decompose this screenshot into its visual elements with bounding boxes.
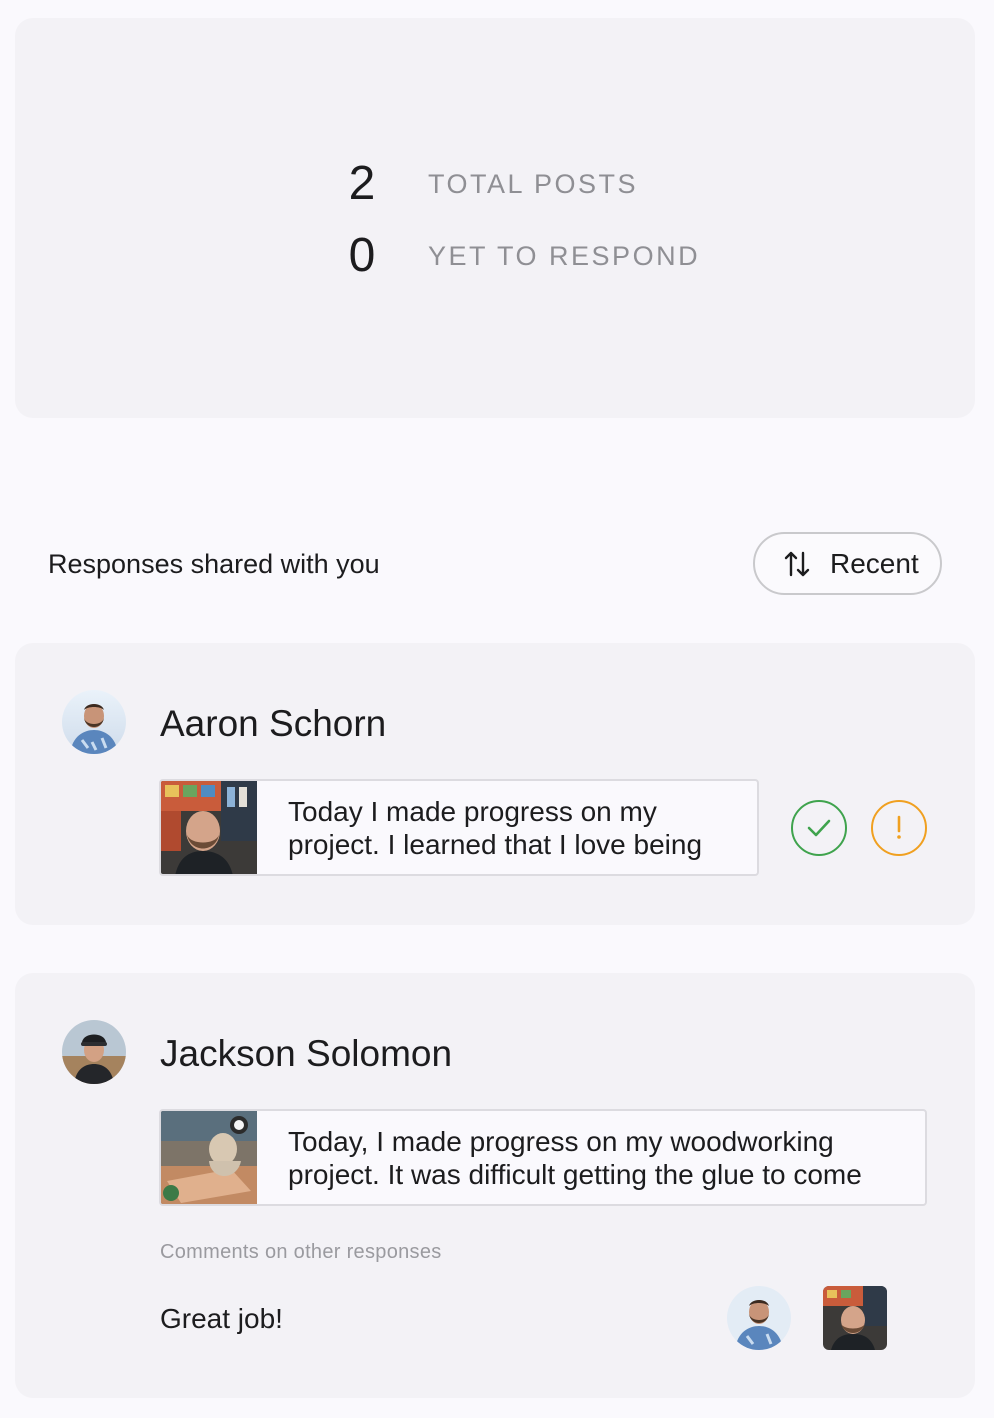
post-text: Today, I made progress on my woodworking… (288, 1126, 862, 1190)
commenter-avatar[interactable] (727, 1286, 791, 1350)
commented-post-thumbnail[interactable] (823, 1286, 887, 1350)
person-name: Aaron Schorn (160, 703, 387, 744)
approve-button[interactable] (791, 800, 847, 856)
yet-to-respond-count: 0 (348, 229, 376, 282)
total-posts-label: TOTAL POSTS (428, 169, 639, 199)
responses-section-title: Responses shared with you (48, 549, 380, 579)
person-name: Jackson Solomon (160, 1033, 453, 1074)
total-posts-count: 2 (348, 157, 376, 210)
yet-to-respond-label: YET TO RESPOND (428, 241, 701, 271)
stats-card: 2 TOTAL POSTS 0 YET TO RESPOND (15, 18, 975, 418)
total-posts-row: 2 TOTAL POSTS (15, 154, 975, 214)
comments-label: Comments on other responses (160, 1241, 442, 1263)
avatar[interactable] (62, 690, 126, 754)
sort-label: Recent (830, 548, 919, 579)
flag-button[interactable] (871, 800, 927, 856)
video-thumbnail (161, 1111, 257, 1204)
yet-to-respond-row: 0 YET TO RESPOND (15, 226, 975, 286)
exclamation-icon (897, 815, 901, 839)
comment-text: Great job! (160, 1303, 283, 1334)
response-card: Jackson Solomon Today, I made progress o… (15, 973, 975, 1398)
response-card: Aaron Schorn Today I made progress on my… (15, 643, 975, 925)
sort-arrows-icon (784, 551, 810, 577)
post-preview[interactable]: Today I made progress on my project. I l… (159, 779, 759, 876)
sort-button[interactable]: Recent (753, 532, 942, 595)
post-preview[interactable]: Today, I made progress on my woodworking… (159, 1109, 927, 1206)
avatar[interactable] (62, 1020, 126, 1084)
check-icon (807, 819, 831, 837)
post-text: Today I made progress on my project. I l… (288, 796, 703, 860)
video-thumbnail (161, 781, 257, 874)
